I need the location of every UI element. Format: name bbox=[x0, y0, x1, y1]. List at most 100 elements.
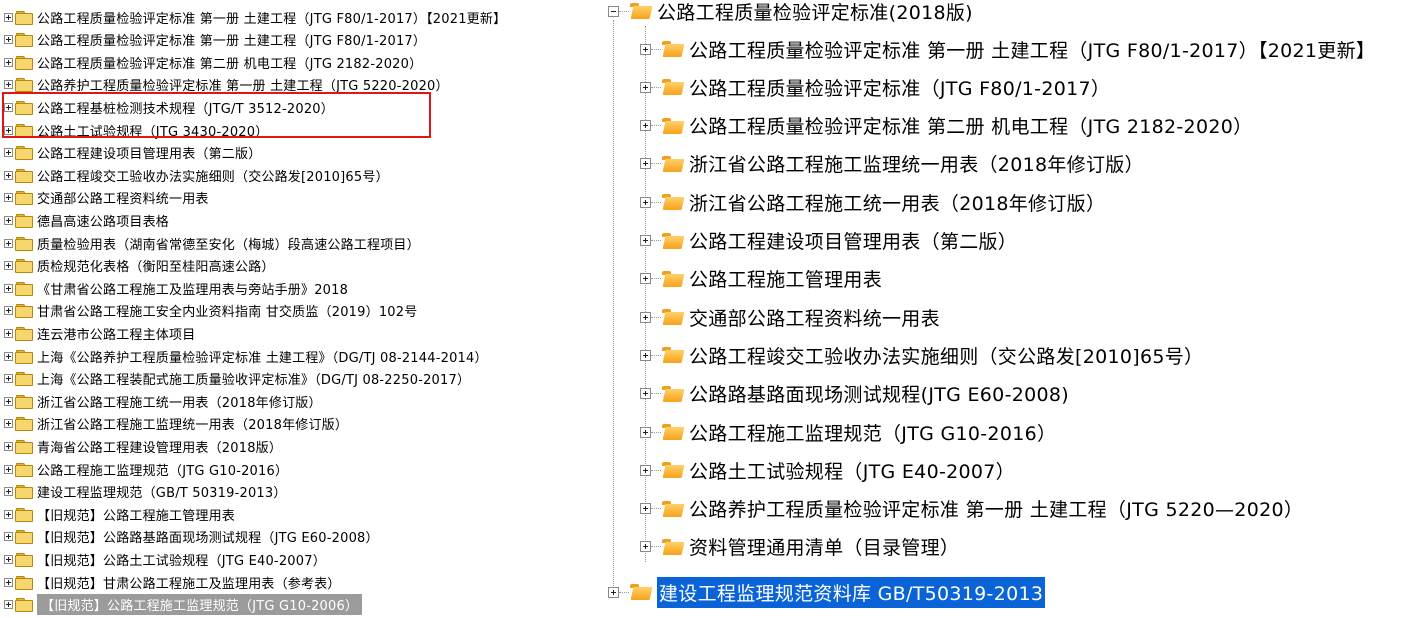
expand-plus-icon[interactable] bbox=[608, 586, 619, 598]
expand-plus-icon[interactable] bbox=[640, 541, 651, 553]
expand-plus-icon[interactable] bbox=[4, 193, 13, 203]
folder-icon bbox=[15, 78, 33, 93]
expand-plus-icon[interactable] bbox=[640, 158, 651, 170]
left-tree-item[interactable]: 交通部公路工程资料统一用表 bbox=[4, 187, 209, 209]
left-tree-item-label: 质检规范化表格（衡阳至桂阳高速公路） bbox=[37, 260, 275, 276]
expand-plus-icon[interactable] bbox=[4, 215, 13, 225]
expand-plus-icon[interactable] bbox=[640, 120, 651, 132]
expand-plus-icon[interactable] bbox=[4, 532, 13, 542]
left-tree-item[interactable]: 【旧规范】公路土工试验规程（JTG E40-2007） bbox=[4, 548, 326, 570]
expand-plus-icon[interactable] bbox=[4, 261, 13, 271]
right-tree-child-item[interactable]: 浙江省公路工程施工统一用表（2018年修订版） bbox=[640, 187, 1105, 217]
left-tree-item[interactable]: 公路工程建设项目管理用表（第二版） bbox=[4, 142, 261, 164]
right-tree-child-item[interactable]: 公路工程竣交工验收办法实施细则（交公路发[2010]65号） bbox=[640, 340, 1203, 370]
expand-plus-icon[interactable] bbox=[4, 419, 13, 429]
right-tree-child-item[interactable]: 公路工程施工监理规范（JTG G10-2016） bbox=[640, 417, 1056, 447]
expand-plus-icon[interactable] bbox=[640, 311, 651, 323]
folder-icon bbox=[15, 417, 33, 432]
expand-plus-icon[interactable] bbox=[4, 12, 13, 22]
right-tree-selected-label: 建设工程监理规范资料库 GB/T50319-2013 bbox=[657, 576, 1046, 608]
right-tree-child-label: 公路工程建设项目管理用表（第二版） bbox=[689, 231, 1018, 253]
left-tree-item[interactable]: 公路工程质量检验评定标准 第二册 机电工程（JTG 2182-2020） bbox=[4, 51, 422, 73]
folder-icon bbox=[15, 575, 33, 590]
right-tree-child-item[interactable]: 浙江省公路工程施工监理统一用表（2018年修订版） bbox=[640, 149, 1144, 179]
expand-plus-icon[interactable] bbox=[640, 503, 651, 515]
expand-plus-icon[interactable] bbox=[640, 196, 651, 208]
expand-plus-icon[interactable] bbox=[4, 238, 13, 248]
expand-plus-icon[interactable] bbox=[640, 235, 651, 246]
folder-icon bbox=[15, 236, 33, 251]
folder-icon bbox=[15, 598, 33, 613]
left-tree-item[interactable]: 公路工程竣交工验收办法实施细则（交公路发[2010]65号） bbox=[4, 164, 389, 186]
expand-plus-icon[interactable] bbox=[640, 43, 651, 55]
expand-plus-icon[interactable] bbox=[4, 554, 13, 564]
expand-plus-icon[interactable] bbox=[4, 374, 13, 384]
right-tree-root-label: 公路工程质量检验评定标准(2018版) bbox=[657, 1, 973, 24]
expand-plus-icon[interactable] bbox=[640, 349, 651, 361]
left-tree-item[interactable]: 甘肃省公路工程施工安全内业资料指南 甘交质监（2019）102号 bbox=[4, 300, 417, 322]
left-tree-item[interactable]: 公路工程施工监理规范（JTG G10-2016） bbox=[4, 458, 288, 480]
left-tree-item[interactable]: 连云港市公路工程主体项目 bbox=[4, 322, 195, 344]
left-tree-item[interactable]: 公路工程质量检验评定标准 第一册 土建工程（JTG F80/1-2017） bbox=[4, 29, 426, 51]
right-tree-child-item[interactable]: 公路工程质量检验评定标准 第一册 土建工程（JTG F80/1-2017）【20… bbox=[640, 34, 1375, 64]
left-tree-item[interactable]: 【旧规范】甘肃公路工程施工及监理用表（参考表） bbox=[4, 571, 341, 593]
left-tree-item[interactable]: 浙江省公路工程施工监理统一用表（2018年修订版） bbox=[4, 413, 348, 435]
right-tree-child-item[interactable]: 公路土工试验规程（JTG E40-2007） bbox=[640, 455, 1015, 485]
left-tree-item[interactable]: 浙江省公路工程施工统一用表（2018年修订版） bbox=[4, 390, 322, 412]
right-tree-selected-item[interactable]: 建设工程监理规范资料库 GB/T50319-2013 bbox=[608, 576, 1046, 608]
right-tree-child-item[interactable]: 资料管理通用清单（目录管理） bbox=[640, 532, 959, 562]
left-tree-item[interactable]: 青海省公路工程建设管理用表（2018版） bbox=[4, 435, 282, 457]
right-tree-child-item[interactable]: 公路工程质量检验评定标准（JTG F80/1-2017） bbox=[640, 72, 1110, 102]
expand-plus-icon[interactable] bbox=[640, 464, 651, 476]
left-tree-item[interactable]: 上海《公路工程装配式施工质量验收评定标准》（DG/TJ 08-2250-2017… bbox=[4, 368, 470, 390]
left-tree-item[interactable]: 【旧规范】公路路基路面现场测试规程（JTG E60-2008） bbox=[4, 526, 379, 548]
left-tree-item-label: 公路工程建设项目管理用表（第二版） bbox=[37, 147, 262, 163]
expand-plus-icon[interactable] bbox=[640, 81, 651, 93]
left-tree-item[interactable]: 德昌高速公路项目表格 bbox=[4, 209, 169, 231]
folder-icon bbox=[15, 33, 33, 48]
expand-plus-icon[interactable] bbox=[640, 388, 651, 400]
expand-plus-icon[interactable] bbox=[4, 57, 13, 67]
left-tree-item-label: 公路工程质量检验评定标准 第二册 机电工程（JTG 2182-2020） bbox=[37, 56, 423, 72]
expand-plus-icon[interactable] bbox=[4, 441, 13, 451]
left-tree-item[interactable]: 质量检验用表（湖南省常德至安化（梅城）段高速公路工程项目） bbox=[4, 232, 420, 254]
expand-plus-icon[interactable] bbox=[4, 306, 13, 316]
left-tree-item[interactable]: 建设工程监理规范（GB/T 50319-2013） bbox=[4, 481, 287, 503]
expand-plus-icon[interactable] bbox=[4, 328, 13, 338]
right-tree-child-item[interactable]: 公路工程质量检验评定标准 第二册 机电工程（JTG 2182-2020） bbox=[640, 111, 1252, 141]
expand-plus-icon[interactable] bbox=[4, 283, 13, 293]
right-tree-child-item[interactable]: 公路路基路面现场测试规程(JTG E60-2008) bbox=[640, 379, 1069, 409]
expand-plus-icon[interactable] bbox=[640, 426, 651, 438]
left-tree-item-label: 【旧规范】公路工程施工管理用表 bbox=[37, 508, 236, 524]
left-tree-item[interactable]: 【旧规范】公路工程施工监理规范（JTG G10-2006） bbox=[4, 594, 363, 616]
folder-icon bbox=[15, 530, 33, 545]
right-tree-view[interactable]: 公路工程质量检验评定标准(2018版) 公路工程质量检验评定标准 第一册 土建工程… bbox=[600, 0, 1410, 618]
expand-plus-icon[interactable] bbox=[4, 148, 13, 158]
expand-plus-icon[interactable] bbox=[4, 170, 13, 180]
left-tree-item[interactable]: 上海《公路养护工程质量检验评定标准 土建工程》（DG/TJ 08-2144-20… bbox=[4, 345, 488, 367]
folder-icon bbox=[15, 326, 33, 341]
left-tree-item[interactable]: 《甘肃省公路工程施工及监理用表与旁站手册》2018 bbox=[4, 277, 348, 299]
right-tree-child-item[interactable]: 公路养护工程质量检验评定标准 第一册 土建工程（JTG 5220—2020） bbox=[640, 494, 1303, 524]
expand-plus-icon[interactable] bbox=[4, 351, 13, 361]
left-tree-item[interactable]: 【旧规范】公路工程施工管理用表 bbox=[4, 503, 235, 525]
expand-plus-icon[interactable] bbox=[4, 35, 13, 45]
left-tree-item-label: 【旧规范】公路路基路面现场测试规程（JTG E60-2008） bbox=[37, 531, 379, 547]
expand-plus-icon[interactable] bbox=[4, 600, 13, 610]
expand-plus-icon[interactable] bbox=[4, 509, 13, 519]
left-tree-item[interactable]: 公路工程质量检验评定标准 第一册 土建工程（JTG F80/1-2017）【20… bbox=[4, 6, 506, 28]
expand-plus-icon[interactable] bbox=[640, 273, 651, 285]
right-tree-child-item[interactable]: 交通部公路工程资料统一用表 bbox=[640, 302, 940, 332]
right-tree-child-item[interactable]: 公路工程施工管理用表 bbox=[640, 264, 882, 294]
left-tree-view[interactable]: 公路工程质量检验评定标准 第一册 土建工程（JTG F80/1-2017）【20… bbox=[0, 0, 572, 618]
left-tree-item[interactable]: 质检规范化表格（衡阳至桂阳高速公路） bbox=[4, 255, 275, 277]
left-tree-item-label: 公路工程施工监理规范（JTG G10-2016） bbox=[37, 463, 289, 479]
expand-plus-icon[interactable] bbox=[4, 577, 13, 587]
expand-plus-icon[interactable] bbox=[4, 464, 13, 474]
collapse-minus-icon[interactable] bbox=[608, 5, 619, 17]
right-tree-root-item[interactable]: 公路工程质量检验评定标准(2018版) bbox=[608, 0, 973, 26]
expand-plus-icon[interactable] bbox=[4, 396, 13, 406]
expand-plus-icon[interactable] bbox=[4, 487, 13, 497]
right-tree-child-item[interactable]: 公路工程建设项目管理用表（第二版） bbox=[640, 226, 1017, 256]
expand-plus-icon[interactable] bbox=[4, 80, 13, 90]
